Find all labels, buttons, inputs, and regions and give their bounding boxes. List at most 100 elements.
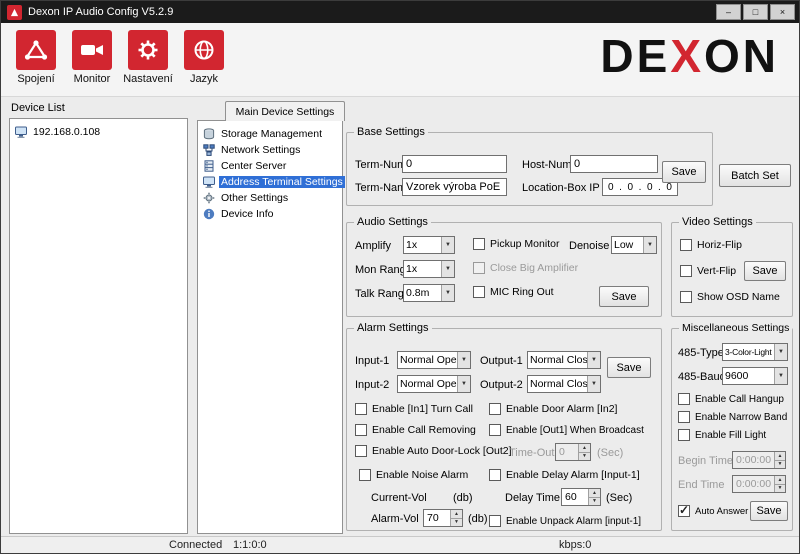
spinner-down-icon: ▼	[579, 453, 590, 461]
logo-text: ON	[704, 30, 779, 82]
video-save-button[interactable]: Save	[744, 261, 786, 281]
checkbox-box	[678, 429, 690, 441]
enable-unpack-alarm-label: Enable Unpack Alarm [input-1]	[506, 516, 641, 527]
spinner-down-icon[interactable]: ▼	[451, 519, 462, 527]
pickup-monitor-label: Pickup Monitor	[490, 238, 559, 250]
spinner-up-icon: ▲	[775, 452, 785, 461]
checkbox-box	[680, 291, 692, 303]
enable-out1-broadcast-checkbox[interactable]: Enable [Out1] When Broadcast	[489, 424, 644, 436]
mon-range-select[interactable]: 1x ▼	[403, 260, 455, 278]
enable-auto-door-lock-checkbox[interactable]: Enable Auto Door-Lock [Out2]	[355, 445, 512, 457]
toolbar-button-spojeni[interactable]: Spojení	[9, 30, 63, 85]
checkbox-box	[678, 411, 690, 423]
enable-call-hangup-checkbox[interactable]: Enable Call Hangup	[678, 393, 784, 405]
tree-item-label: Device Info	[219, 208, 276, 220]
logo-x: X	[670, 30, 704, 82]
tab-label: Main Device Settings	[236, 106, 335, 118]
term-name-input[interactable]	[402, 178, 507, 196]
auto-answer-checkbox[interactable]: Auto Answer	[678, 505, 748, 517]
spinner-up-icon[interactable]: ▲	[589, 489, 600, 498]
time-out-unit: (Sec)	[597, 447, 623, 459]
output1-select[interactable]: Normal Close ▼	[527, 351, 601, 369]
toolbar-button-monitor[interactable]: Monitor	[65, 30, 119, 85]
enable-call-hangup-label: Enable Call Hangup	[695, 394, 784, 405]
enable-fill-light-checkbox[interactable]: Enable Fill Light	[678, 429, 766, 441]
input1-value: Normal Open	[398, 354, 457, 366]
info-icon	[203, 208, 215, 220]
horiz-flip-checkbox[interactable]: Horiz-Flip	[680, 239, 742, 251]
delay-time-unit: (Sec)	[606, 492, 632, 504]
show-osd-name-checkbox[interactable]: Show OSD Name	[680, 291, 780, 303]
input2-value: Normal Open	[398, 378, 457, 390]
input2-select[interactable]: Normal Open ▼	[397, 375, 471, 393]
toolbar-button-nastaveni[interactable]: Nastavení	[121, 30, 175, 85]
base-save-button[interactable]: Save	[662, 161, 706, 183]
close-button[interactable]: ×	[770, 4, 795, 20]
status-connected: Connected	[169, 539, 222, 551]
output2-select[interactable]: Normal Close ▼	[527, 375, 601, 393]
app-window: Dexon IP Audio Config V5.2.9 – □ × Spoje…	[0, 0, 800, 554]
titlebar: Dexon IP Audio Config V5.2.9 – □ ×	[1, 1, 799, 23]
tree-item-storage-management[interactable]: Storage Management	[203, 126, 342, 142]
host-num-input[interactable]	[570, 155, 658, 173]
window-controls: – □ ×	[716, 4, 795, 20]
talk-range-value: 0.8m	[404, 287, 441, 299]
denoise-select[interactable]: Low ▼	[611, 236, 657, 254]
checkbox-box	[680, 265, 692, 277]
pickup-monitor-checkbox[interactable]: Pickup Monitor	[473, 238, 559, 250]
tree-item-network-settings[interactable]: Network Settings	[203, 142, 342, 158]
talk-range-select[interactable]: 0.8m ▼	[403, 284, 455, 302]
delay-time-spinner[interactable]: 60 ▲ ▼	[561, 488, 601, 506]
tree-item-other-settings[interactable]: Other Settings	[203, 190, 342, 206]
toolbar-label: Monitor	[74, 73, 111, 85]
enable-unpack-alarm-checkbox[interactable]: Enable Unpack Alarm [input-1]	[489, 515, 641, 527]
checkbox-box	[678, 393, 690, 405]
input1-select[interactable]: Normal Open ▼	[397, 351, 471, 369]
vert-flip-label: Vert-Flip	[697, 265, 736, 277]
spinner-up-icon: ▲	[775, 476, 785, 485]
tab-main-device-settings[interactable]: Main Device Settings	[225, 101, 345, 121]
toolbar-button-jazyk[interactable]: Jazyk	[177, 30, 231, 85]
audio-save-button[interactable]: Save	[599, 286, 649, 307]
batch-set-button[interactable]: Batch Set	[719, 164, 791, 187]
alarm-vol-spinner[interactable]: 70 ▲ ▼	[423, 509, 463, 527]
spinner-up-icon[interactable]: ▲	[451, 510, 462, 519]
enable-in1-turn-call-checkbox[interactable]: Enable [In1] Turn Call	[355, 403, 473, 415]
gear-icon	[128, 30, 168, 70]
maximize-button[interactable]: □	[743, 4, 768, 20]
alarm-vol-label: Alarm-Vol	[371, 513, 419, 525]
begin-time-value: 0:00:00	[733, 452, 774, 468]
base-settings-title: Base Settings	[354, 126, 428, 138]
minimize-button[interactable]: –	[716, 4, 741, 20]
enable-narrow-band-checkbox[interactable]: Enable Narrow Band	[678, 411, 787, 423]
server-icon	[203, 160, 215, 172]
vert-flip-checkbox[interactable]: Vert-Flip	[680, 265, 736, 277]
misc-settings-title: Miscellaneous Settings	[679, 322, 792, 334]
tree-item-device-info[interactable]: Device Info	[203, 206, 342, 222]
enable-door-alarm-checkbox[interactable]: Enable Door Alarm [In2]	[489, 403, 617, 415]
time-out-spinner: 0 ▲ ▼	[555, 443, 591, 461]
tree-item-center-server[interactable]: Center Server	[203, 158, 342, 174]
enable-noise-alarm-checkbox[interactable]: Enable Noise Alarm	[359, 469, 468, 481]
connection-icon	[16, 30, 56, 70]
video-settings-title: Video Settings	[679, 216, 756, 228]
spinner-down-icon[interactable]: ▼	[589, 498, 600, 506]
485-type-label: 485-Type	[678, 347, 724, 359]
mic-ring-out-checkbox[interactable]: MIC Ring Out	[473, 286, 554, 298]
alarm-save-button[interactable]: Save	[607, 357, 651, 378]
auto-answer-label: Auto Answer	[695, 506, 748, 517]
misc-save-button[interactable]: Save	[750, 501, 788, 521]
device-list-item[interactable]: 192.168.0.108	[15, 124, 187, 140]
enable-delay-alarm-checkbox[interactable]: Enable Delay Alarm [Input-1]	[489, 469, 640, 481]
amplify-select[interactable]: 1x ▼	[403, 236, 455, 254]
tree-item-address-terminal-settings[interactable]: Address Terminal Settings	[203, 174, 342, 190]
enable-door-alarm-label: Enable Door Alarm [In2]	[506, 403, 617, 415]
toolbar-label: Nastavení	[123, 73, 173, 85]
logo-text: DE	[600, 30, 670, 82]
input1-label: Input-1	[355, 355, 389, 367]
settings-tree-panel: Storage Management Network Settings Cent…	[197, 120, 343, 534]
term-num-input[interactable]	[402, 155, 507, 173]
485-type-select[interactable]: 3-Color-Light ▼	[722, 343, 788, 361]
485-baud-select[interactable]: 9600 ▼	[722, 367, 788, 385]
enable-call-removing-checkbox[interactable]: Enable Call Removing	[355, 424, 476, 436]
